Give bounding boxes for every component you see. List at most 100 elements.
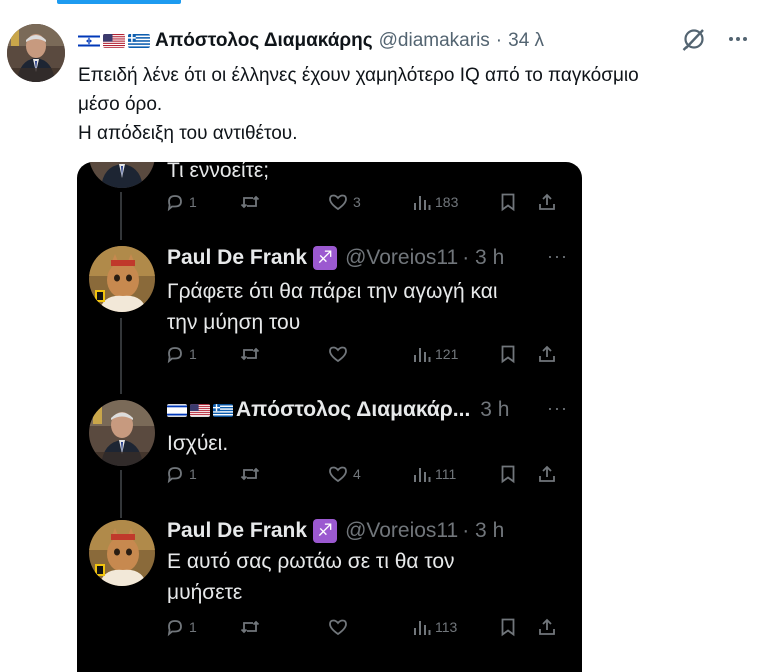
bookmark-icon xyxy=(501,345,515,364)
reply-icon xyxy=(167,467,182,484)
reply-icon xyxy=(167,347,182,364)
usa-flag-icon xyxy=(103,34,125,48)
retweet-icon xyxy=(240,467,260,481)
thread-line xyxy=(120,318,122,394)
retweet-icon xyxy=(240,347,260,361)
views-icon xyxy=(414,348,431,362)
like-button[interactable]: 4 xyxy=(327,464,361,484)
like-icon xyxy=(329,466,347,483)
reply-count: 1 xyxy=(189,346,197,362)
author-name[interactable]: Απόστολος Διαμακάρης xyxy=(155,30,373,52)
sagittarius-icon: ♐ xyxy=(313,519,338,543)
reply-button[interactable]: 1 xyxy=(165,344,197,364)
reply-time[interactable]: 3 h xyxy=(480,398,509,422)
embedded-screenshot[interactable]: Τι εννοείτε; 1 3 183 Paul De Frank ♐ @Vo xyxy=(77,162,582,672)
reply-author-name[interactable]: Απόστολος Διαμακάρ... xyxy=(236,398,470,422)
tweet-text-line: Η απόδειξη του αντιθέτου. xyxy=(78,123,298,144)
share-icon xyxy=(539,465,555,482)
bookmark-icon xyxy=(501,465,515,484)
retweet-button[interactable] xyxy=(239,344,261,364)
views-count: 111 xyxy=(435,466,457,482)
sagittarius-icon: ♐ xyxy=(313,246,338,270)
share-button[interactable] xyxy=(537,192,557,212)
israel-flag-icon xyxy=(78,34,100,48)
reply-time[interactable]: · 3 h xyxy=(462,246,504,270)
views-button[interactable]: 111 xyxy=(413,464,456,484)
reply-avatar-paul[interactable] xyxy=(89,520,155,586)
like-button[interactable] xyxy=(327,617,349,637)
action-bar: 1 3 183 xyxy=(165,192,575,216)
reply-button[interactable]: 1 xyxy=(165,464,197,484)
like-icon xyxy=(329,346,347,363)
views-button[interactable]: 113 xyxy=(413,617,457,637)
reply-more-icon[interactable]: ··· xyxy=(547,398,568,419)
action-bar: 1 121 xyxy=(165,344,575,368)
share-icon xyxy=(539,618,555,635)
reply-icon xyxy=(167,620,182,637)
tweet-time[interactable]: 34 λ xyxy=(508,30,544,52)
partial-reply-text: Τι εννοείτε; xyxy=(167,162,270,182)
views-button[interactable]: 183 xyxy=(413,192,458,212)
like-count: 3 xyxy=(353,194,361,210)
bookmark-button[interactable] xyxy=(499,464,517,484)
retweet-button[interactable] xyxy=(239,464,261,484)
reply-text-line: Γράφετε ότι θα πάρει την αγωγή και xyxy=(167,280,498,303)
retweet-button[interactable] xyxy=(239,192,261,212)
author-avatar[interactable] xyxy=(7,24,65,82)
grok-icon[interactable] xyxy=(681,26,707,57)
reply-header: Paul De Frank ♐ @Voreios11 · 3 h xyxy=(167,244,504,272)
reply-icon xyxy=(167,195,182,212)
reply-avatar-paul[interactable] xyxy=(89,246,155,312)
share-button[interactable] xyxy=(537,617,557,637)
reply-text-line: Ισχύει. xyxy=(167,432,229,455)
bookmark-icon xyxy=(501,618,515,637)
share-button[interactable] xyxy=(537,464,557,484)
reply-time[interactable]: · 3 h xyxy=(462,519,504,543)
reply-text-line: Ε αυτό σας ρωτάω σε τι θα τον xyxy=(167,550,455,573)
like-button[interactable]: 3 xyxy=(327,192,361,212)
like-icon xyxy=(329,619,347,636)
tweet-text-line: Επειδή λένε ότι οι έλληνες έχουν χαμηλότ… xyxy=(78,65,639,86)
like-button[interactable] xyxy=(327,344,349,364)
reply-count: 1 xyxy=(189,466,197,482)
more-icon[interactable] xyxy=(727,28,749,55)
reply-header: Paul De Frank ♐ @Voreios11 · 3 h xyxy=(167,517,504,545)
reply-avatar-apostolos[interactable] xyxy=(89,400,155,466)
bookmark-icon xyxy=(501,193,515,212)
reply-author-name[interactable]: Paul De Frank xyxy=(167,519,307,543)
share-button[interactable] xyxy=(537,344,557,364)
share-icon xyxy=(539,345,555,362)
views-count: 183 xyxy=(435,194,459,210)
action-bar: 1 113 xyxy=(165,617,575,641)
tab-indicator xyxy=(57,0,181,4)
views-button[interactable]: 121 xyxy=(413,344,458,364)
reply-text-line: μυήσετε xyxy=(167,581,243,604)
reply-avatar-apostolos[interactable] xyxy=(89,162,155,188)
author-handle[interactable]: @diamakaris xyxy=(379,30,490,52)
views-icon xyxy=(414,468,431,482)
retweet-button[interactable] xyxy=(239,617,261,637)
separator-dot: · xyxy=(495,30,503,51)
reply-text-line: την μύηση του xyxy=(167,311,301,334)
tweet-text: Επειδή λένε ότι οι έλληνες έχουν χαμηλότ… xyxy=(78,61,748,148)
reply-author-handle[interactable]: @Voreios11 xyxy=(345,519,458,543)
retweet-icon xyxy=(240,195,260,209)
reply-more-icon[interactable]: ··· xyxy=(547,246,568,267)
retweet-icon xyxy=(240,620,260,634)
reply-button[interactable]: 1 xyxy=(165,192,197,212)
reply-button[interactable]: 1 xyxy=(165,617,197,637)
greece-flag-icon xyxy=(128,34,150,48)
like-count: 4 xyxy=(353,466,361,482)
reply-author-handle[interactable]: @Voreios11 xyxy=(345,246,458,270)
usa-flag-icon xyxy=(190,403,210,417)
like-icon xyxy=(329,194,347,211)
share-icon xyxy=(539,193,555,210)
bookmark-button[interactable] xyxy=(499,617,517,637)
reply-count: 1 xyxy=(189,619,197,635)
reply-author-name[interactable]: Paul De Frank xyxy=(167,246,307,270)
bookmark-button[interactable] xyxy=(499,192,517,212)
tweet-header: Απόστολος Διαμακάρης @diamakaris · 34 λ xyxy=(78,28,544,54)
greece-flag-icon xyxy=(213,403,233,417)
bookmark-button[interactable] xyxy=(499,344,517,364)
reply-header: Απόστολος Διαμακάρ... 3 h xyxy=(167,396,510,424)
